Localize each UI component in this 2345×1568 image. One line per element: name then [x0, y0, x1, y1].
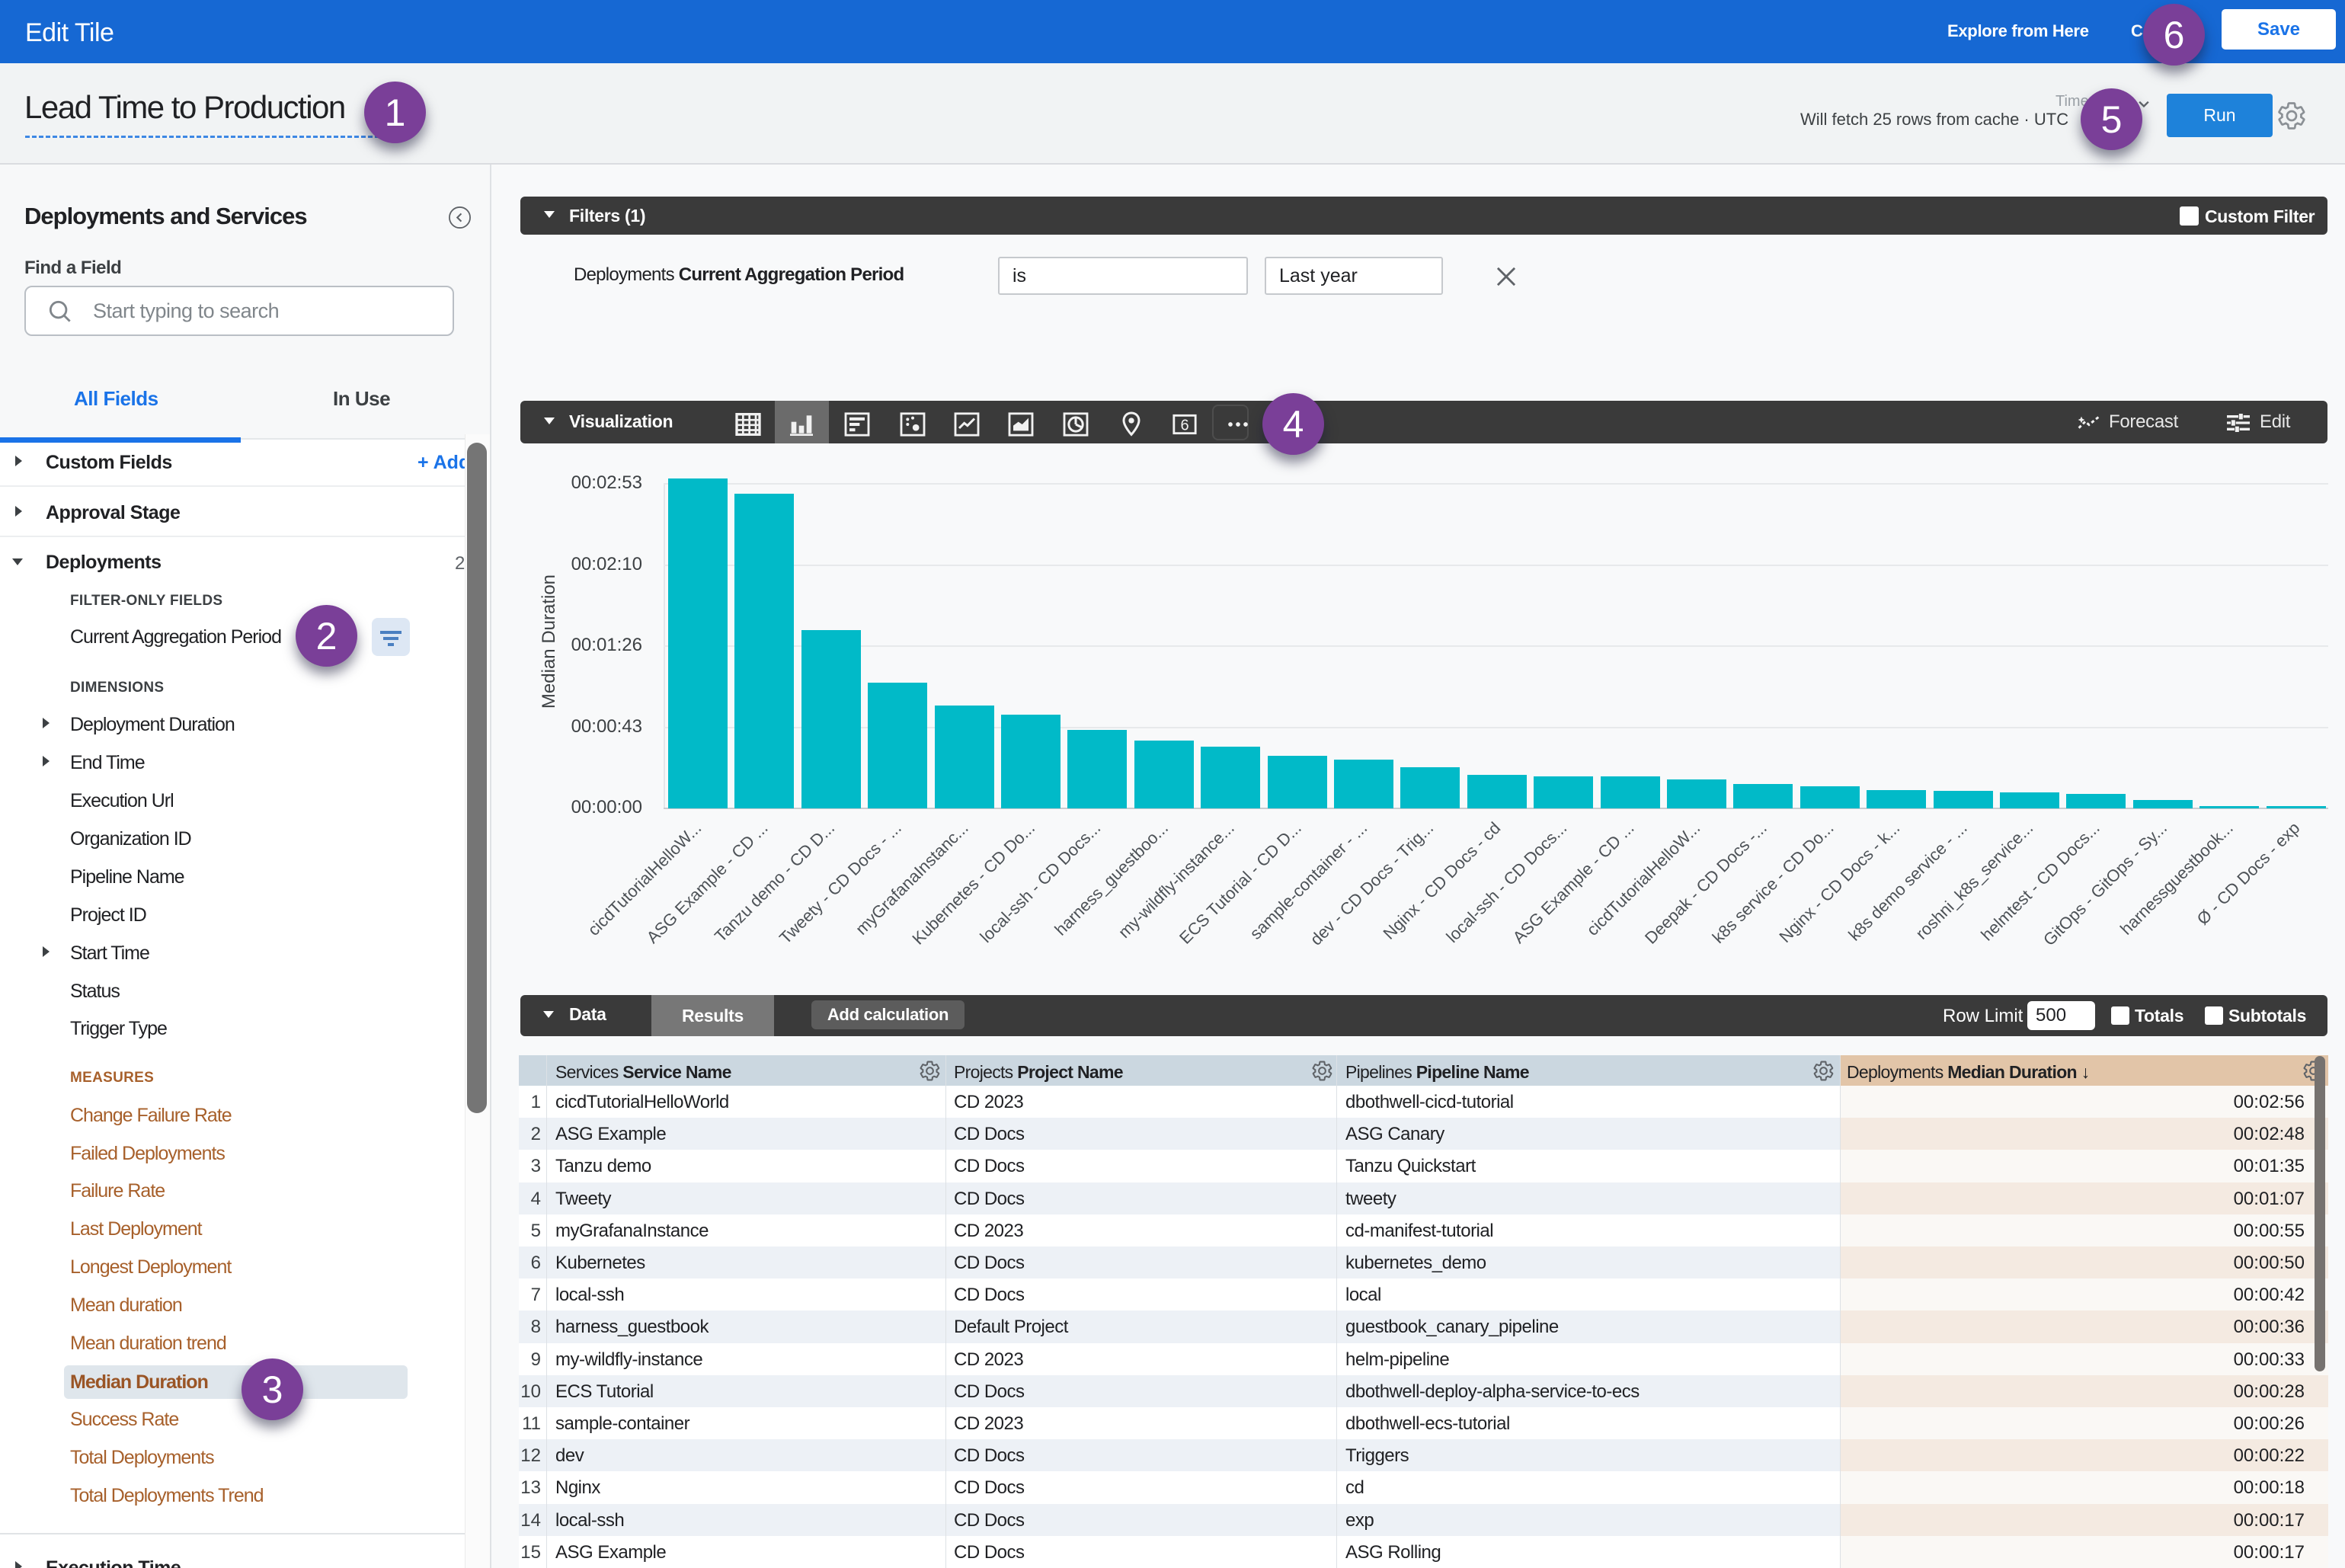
svg-text:6: 6: [1180, 417, 1188, 434]
